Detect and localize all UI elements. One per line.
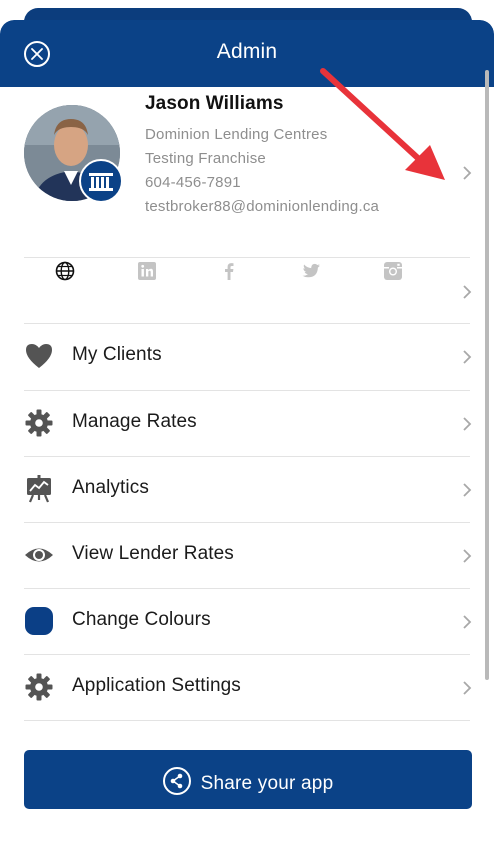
menu-item-label: My Clients — [72, 344, 162, 365]
profile-franchise: Testing Franchise — [145, 150, 266, 167]
admin-header: Admin — [0, 20, 494, 87]
divider — [24, 257, 470, 258]
share-app-button[interactable]: Share your app — [24, 750, 472, 809]
chevron-right-icon — [463, 350, 472, 364]
chevron-right-icon — [463, 549, 472, 563]
building-columns-icon — [89, 173, 113, 191]
menu-item-label: Manage Rates — [72, 411, 197, 432]
divider — [24, 720, 470, 721]
profile-chevron-right-icon[interactable] — [462, 165, 472, 181]
chevron-right-icon — [463, 615, 472, 629]
menu-item-manage-rates[interactable]: Manage Rates — [0, 391, 494, 457]
linkedin-icon[interactable] — [137, 261, 157, 281]
globe-icon[interactable] — [55, 261, 75, 281]
facebook-icon[interactable] — [219, 261, 239, 281]
profile-info[interactable]: Jason Williams Dominion Lending Centres … — [145, 93, 379, 219]
menu-item-view-lender-rates[interactable]: View Lender Rates — [0, 523, 494, 589]
menu-item-analytics[interactable]: Analytics — [0, 457, 494, 523]
share-icon — [162, 767, 191, 795]
menu-item-change-colours[interactable]: Change Colours — [0, 589, 494, 655]
heart-icon — [26, 344, 52, 368]
chevron-right-icon — [463, 681, 472, 695]
twitter-icon[interactable] — [301, 261, 321, 281]
gear-icon — [25, 409, 53, 437]
header-title: Admin — [216, 40, 278, 63]
instagram-icon[interactable] — [383, 261, 403, 281]
profile-email: testbroker88@dominionlending.ca — [145, 198, 380, 215]
chevron-right-icon — [463, 417, 472, 431]
menu-item-label: Change Colours — [72, 609, 211, 630]
presentation-chart-icon — [27, 475, 51, 503]
profile-phone: 604-456-7891 — [145, 174, 241, 191]
color-swatch-icon — [25, 607, 53, 635]
eye-icon — [25, 548, 53, 562]
menu-item-application-settings[interactable]: Application Settings — [0, 655, 494, 721]
social-chevron-right-icon[interactable] — [462, 284, 472, 300]
chevron-right-icon — [463, 483, 472, 497]
profile-name: Jason Williams — [145, 93, 284, 114]
profile-company: Dominion Lending Centres — [145, 126, 328, 143]
share-button-label: Share your app — [200, 773, 334, 794]
menu-item-my-clients[interactable]: My Clients — [0, 324, 494, 390]
gear-icon — [25, 673, 53, 701]
menu-item-label: Application Settings — [72, 675, 241, 696]
menu-item-label: View Lender Rates — [72, 543, 234, 564]
scrollbar[interactable] — [485, 70, 489, 680]
brokerage-logo-badge — [79, 159, 123, 203]
menu-item-label: Analytics — [72, 477, 149, 498]
